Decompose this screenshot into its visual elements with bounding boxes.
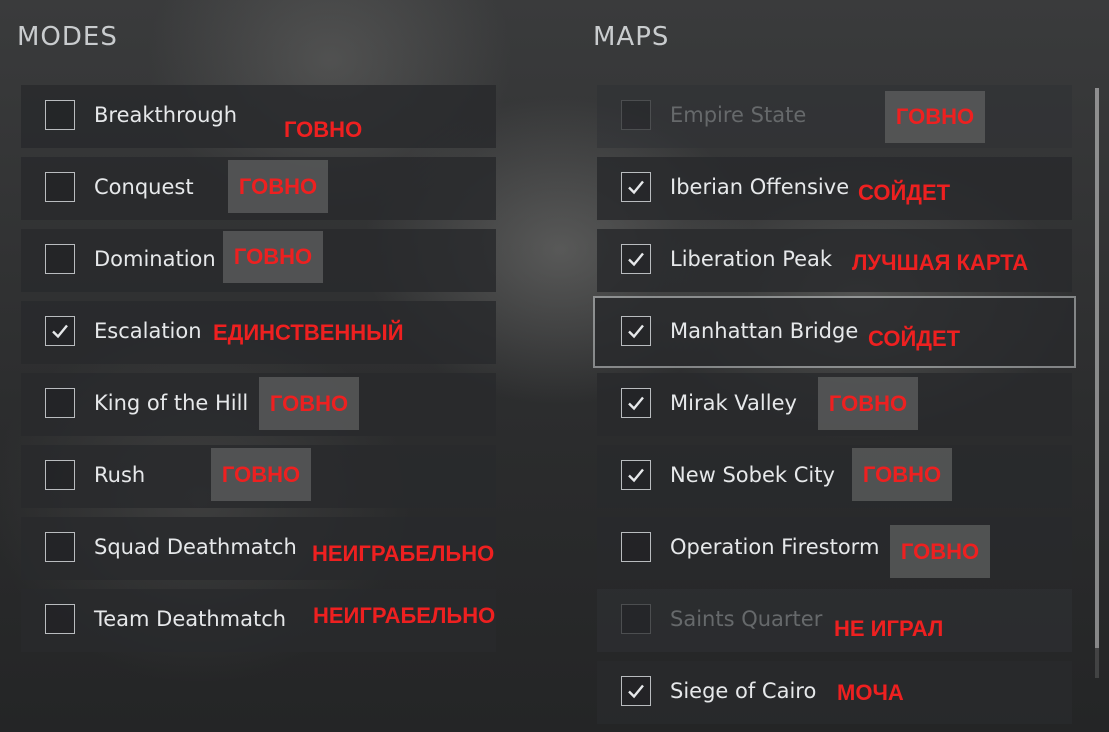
map-row-operation-firestorm[interactable]: Operation Firestorm bbox=[597, 517, 1072, 580]
check-icon bbox=[628, 324, 644, 339]
check-icon bbox=[628, 180, 644, 195]
mode-row-breakthrough[interactable]: Breakthrough bbox=[21, 85, 496, 148]
annotation-note: НЕ ИГРАЛ bbox=[834, 616, 944, 641]
annotation-note: ГОВНО bbox=[852, 448, 952, 501]
maps-scrollbar-thumb[interactable] bbox=[1095, 88, 1099, 648]
mode-label: King of the Hill bbox=[94, 391, 249, 415]
map-checkbox[interactable] bbox=[621, 388, 651, 418]
map-checkbox bbox=[621, 100, 651, 130]
map-checkbox bbox=[621, 604, 651, 634]
check-icon bbox=[628, 684, 644, 699]
map-row-empire-state: Empire State bbox=[597, 85, 1072, 148]
mode-label: Domination bbox=[94, 247, 216, 271]
map-label: Manhattan Bridge bbox=[670, 319, 859, 343]
annotation-note: ГОВНО bbox=[228, 160, 328, 213]
check-icon bbox=[52, 324, 68, 339]
map-checkbox[interactable] bbox=[621, 316, 651, 346]
map-label: Iberian Offensive bbox=[670, 175, 850, 199]
map-checkbox[interactable] bbox=[621, 244, 651, 274]
annotation-note: ГОВНО bbox=[223, 231, 323, 283]
mode-label: Team Deathmatch bbox=[94, 607, 287, 631]
map-row-new-sobek-city[interactable]: New Sobek City bbox=[597, 445, 1072, 508]
map-label: Empire State bbox=[670, 103, 807, 127]
map-checkbox[interactable] bbox=[621, 532, 651, 562]
mode-checkbox[interactable] bbox=[45, 172, 75, 202]
annotation-note: ГОВНО bbox=[818, 377, 918, 430]
map-label: Saints Quarter bbox=[670, 607, 823, 631]
annotation-note: СОЙДЕТ bbox=[868, 326, 961, 351]
annotation-note: МОЧА bbox=[837, 680, 904, 705]
mode-label: Escalation bbox=[94, 319, 202, 343]
annotation-note: ЕДИНСТВЕННЫЙ bbox=[213, 320, 404, 345]
annotation-note: ГОВНО bbox=[259, 377, 359, 430]
annotation-note: ГОВНО bbox=[284, 117, 363, 142]
annotation-note: ГОВНО bbox=[885, 91, 985, 143]
map-checkbox[interactable] bbox=[621, 676, 651, 706]
mode-label: Conquest bbox=[94, 175, 194, 199]
map-row-siege-of-cairo[interactable]: Siege of Cairo bbox=[597, 661, 1072, 724]
mode-label: Rush bbox=[94, 463, 146, 487]
annotation-note: НЕИГРАБЕЛЬНО bbox=[313, 603, 496, 628]
map-checkbox[interactable] bbox=[621, 172, 651, 202]
maps-heading: MAPS bbox=[593, 22, 670, 52]
modes-heading: MODES bbox=[17, 22, 118, 52]
map-checkbox[interactable] bbox=[621, 460, 651, 490]
map-label: Operation Firestorm bbox=[670, 535, 880, 559]
annotation-note: ГОВНО bbox=[890, 525, 990, 578]
mode-checkbox[interactable] bbox=[45, 244, 75, 274]
annotation-note: НЕИГРАБЕЛЬНО bbox=[312, 541, 495, 566]
check-icon bbox=[628, 468, 644, 483]
map-label: New Sobek City bbox=[670, 463, 835, 487]
map-row-iberian-offensive[interactable]: Iberian Offensive bbox=[597, 157, 1072, 220]
check-icon bbox=[628, 252, 644, 267]
map-label: Liberation Peak bbox=[670, 247, 833, 271]
mode-checkbox[interactable] bbox=[45, 460, 75, 490]
map-label: Mirak Valley bbox=[670, 391, 797, 415]
annotation-note: СОЙДЕТ bbox=[858, 180, 951, 205]
annotation-note: ЛУЧШАЯ КАРТА bbox=[852, 250, 1029, 275]
mode-label: Squad Deathmatch bbox=[94, 535, 297, 559]
mode-checkbox[interactable] bbox=[45, 604, 75, 634]
mode-checkbox[interactable] bbox=[45, 388, 75, 418]
check-icon bbox=[628, 396, 644, 411]
mode-checkbox[interactable] bbox=[45, 100, 75, 130]
map-label: Siege of Cairo bbox=[670, 679, 817, 703]
map-row-manhattan-bridge[interactable]: Manhattan Bridge bbox=[593, 296, 1076, 368]
mode-checkbox[interactable] bbox=[45, 316, 75, 346]
mode-checkbox[interactable] bbox=[45, 532, 75, 562]
mode-label: Breakthrough bbox=[94, 103, 238, 127]
annotation-note: ГОВНО bbox=[211, 448, 311, 501]
